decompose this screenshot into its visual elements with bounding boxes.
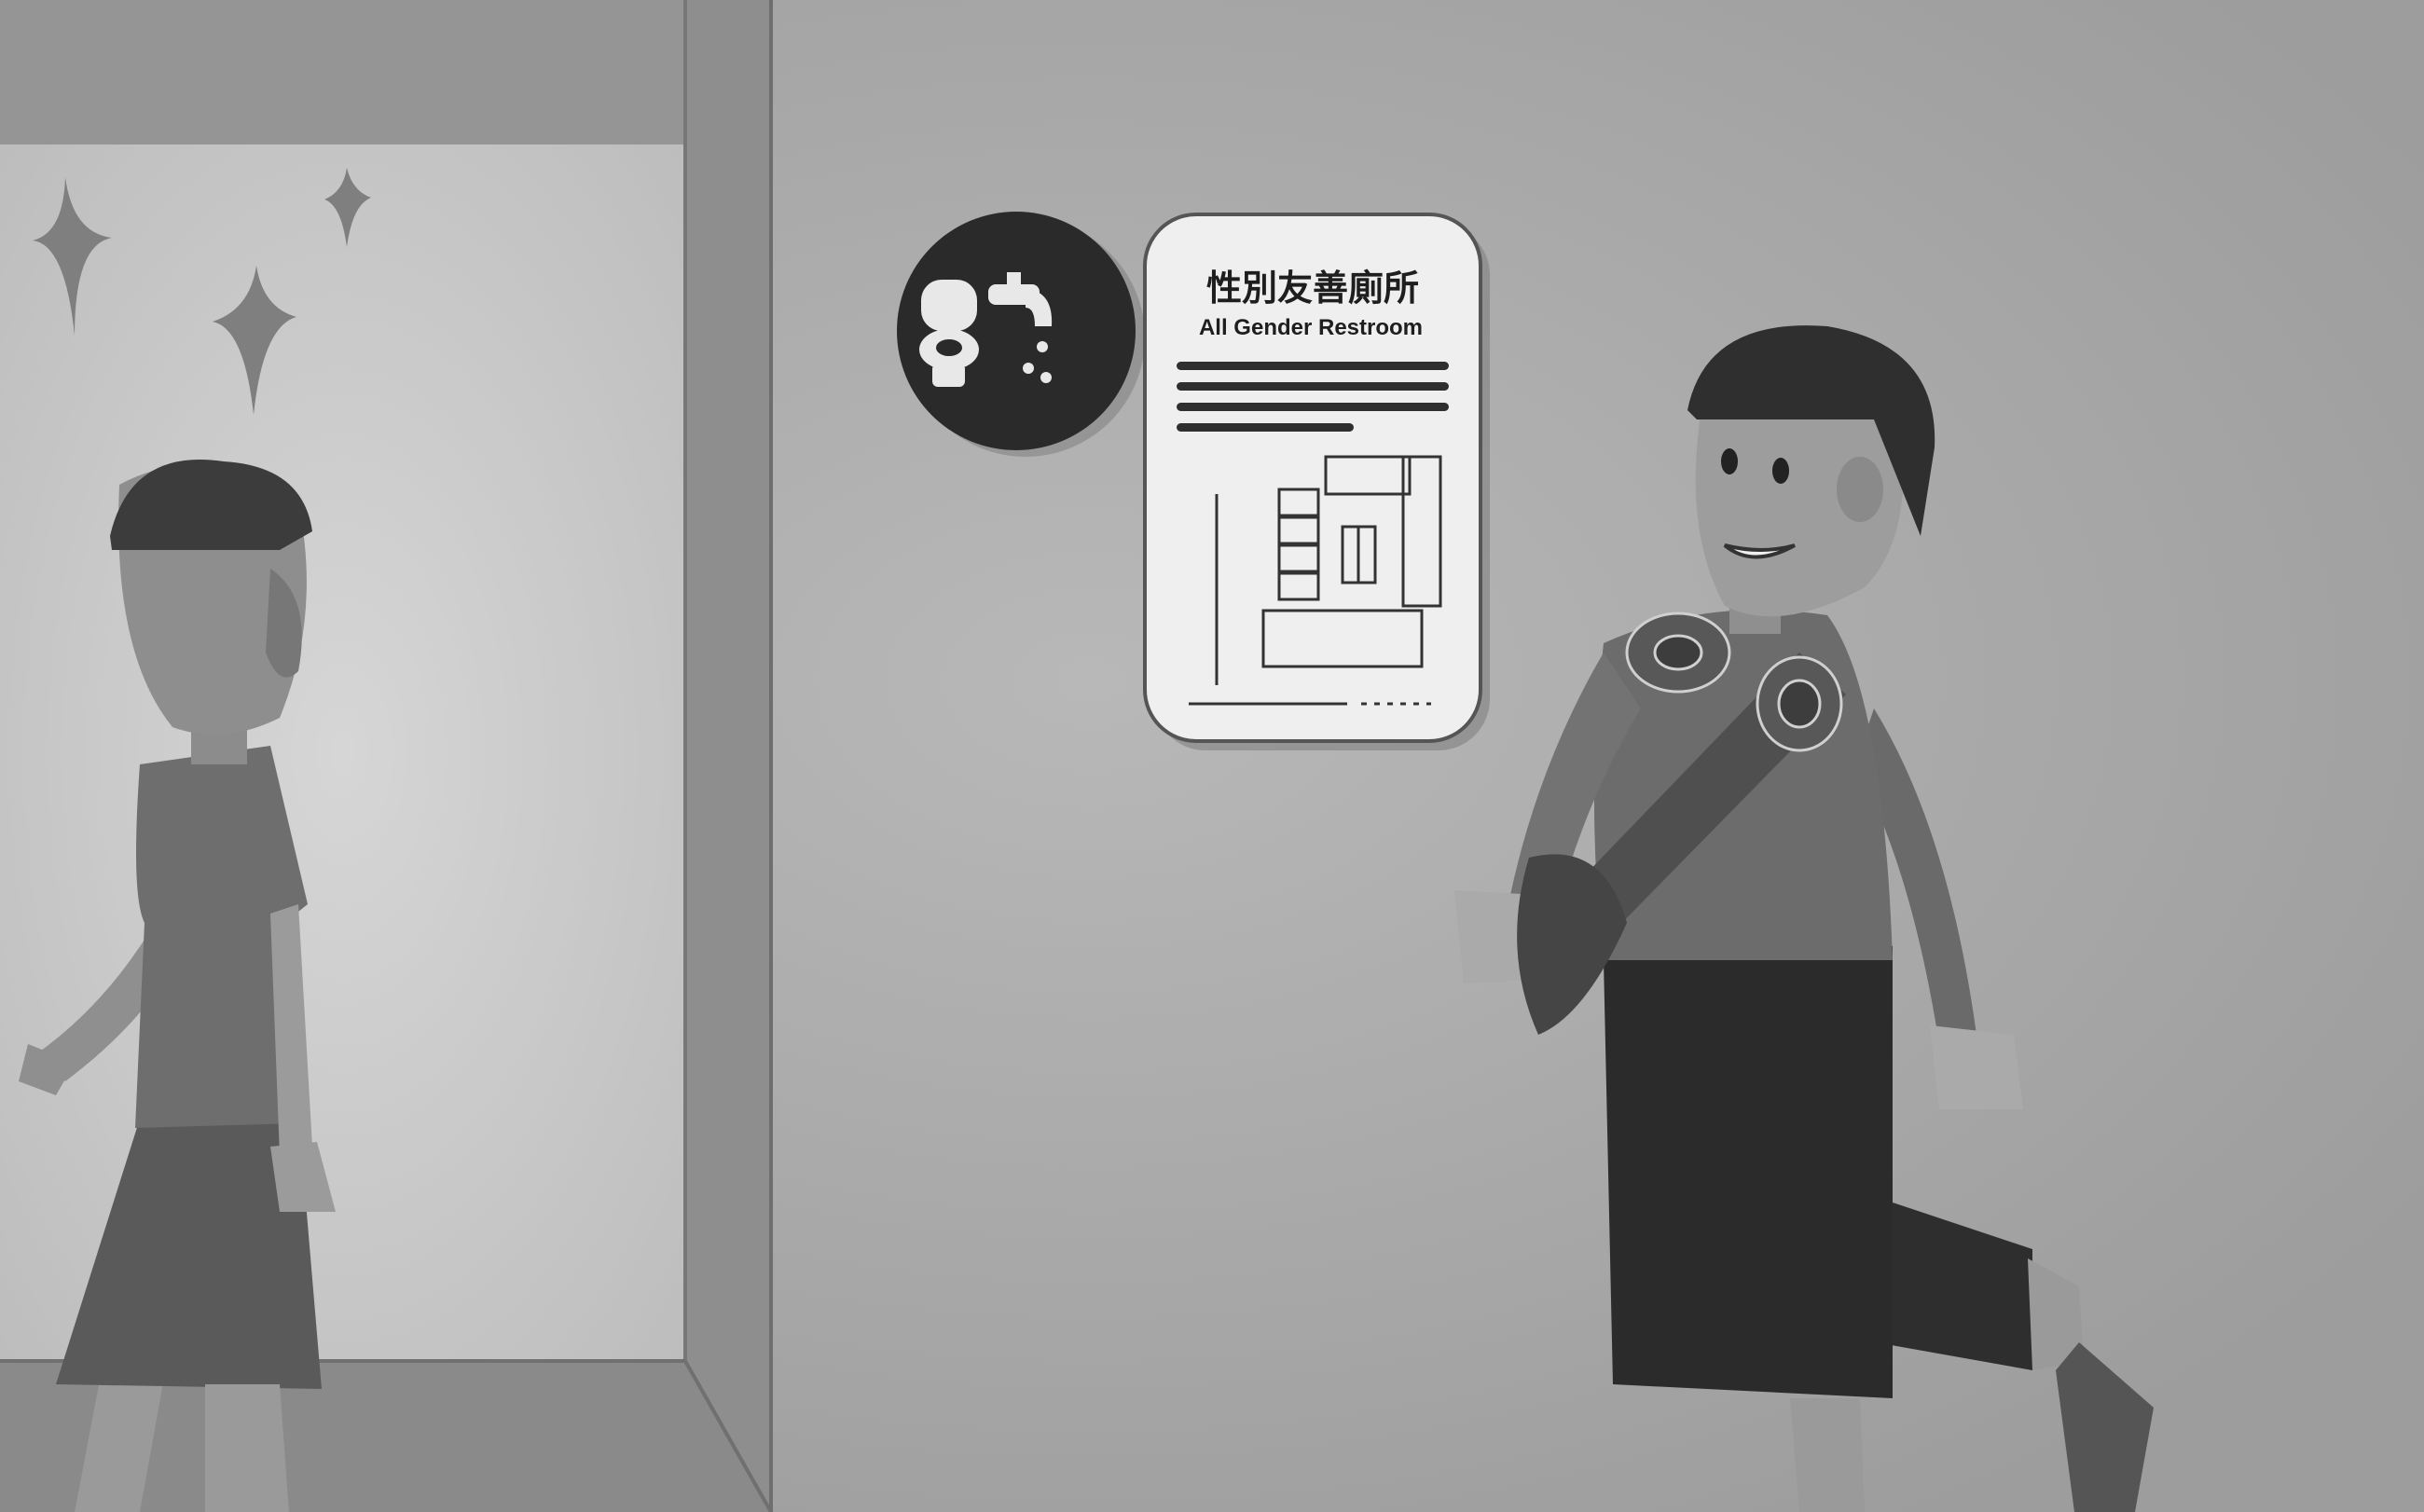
restroom-scene-illustration: 性別友善廁所 All Gender Restroom (0, 0, 2424, 1512)
sign-title-zh: 性別友善廁所 (1206, 268, 1419, 309)
sign-title-en: All Gender Restroom (1199, 315, 1423, 340)
